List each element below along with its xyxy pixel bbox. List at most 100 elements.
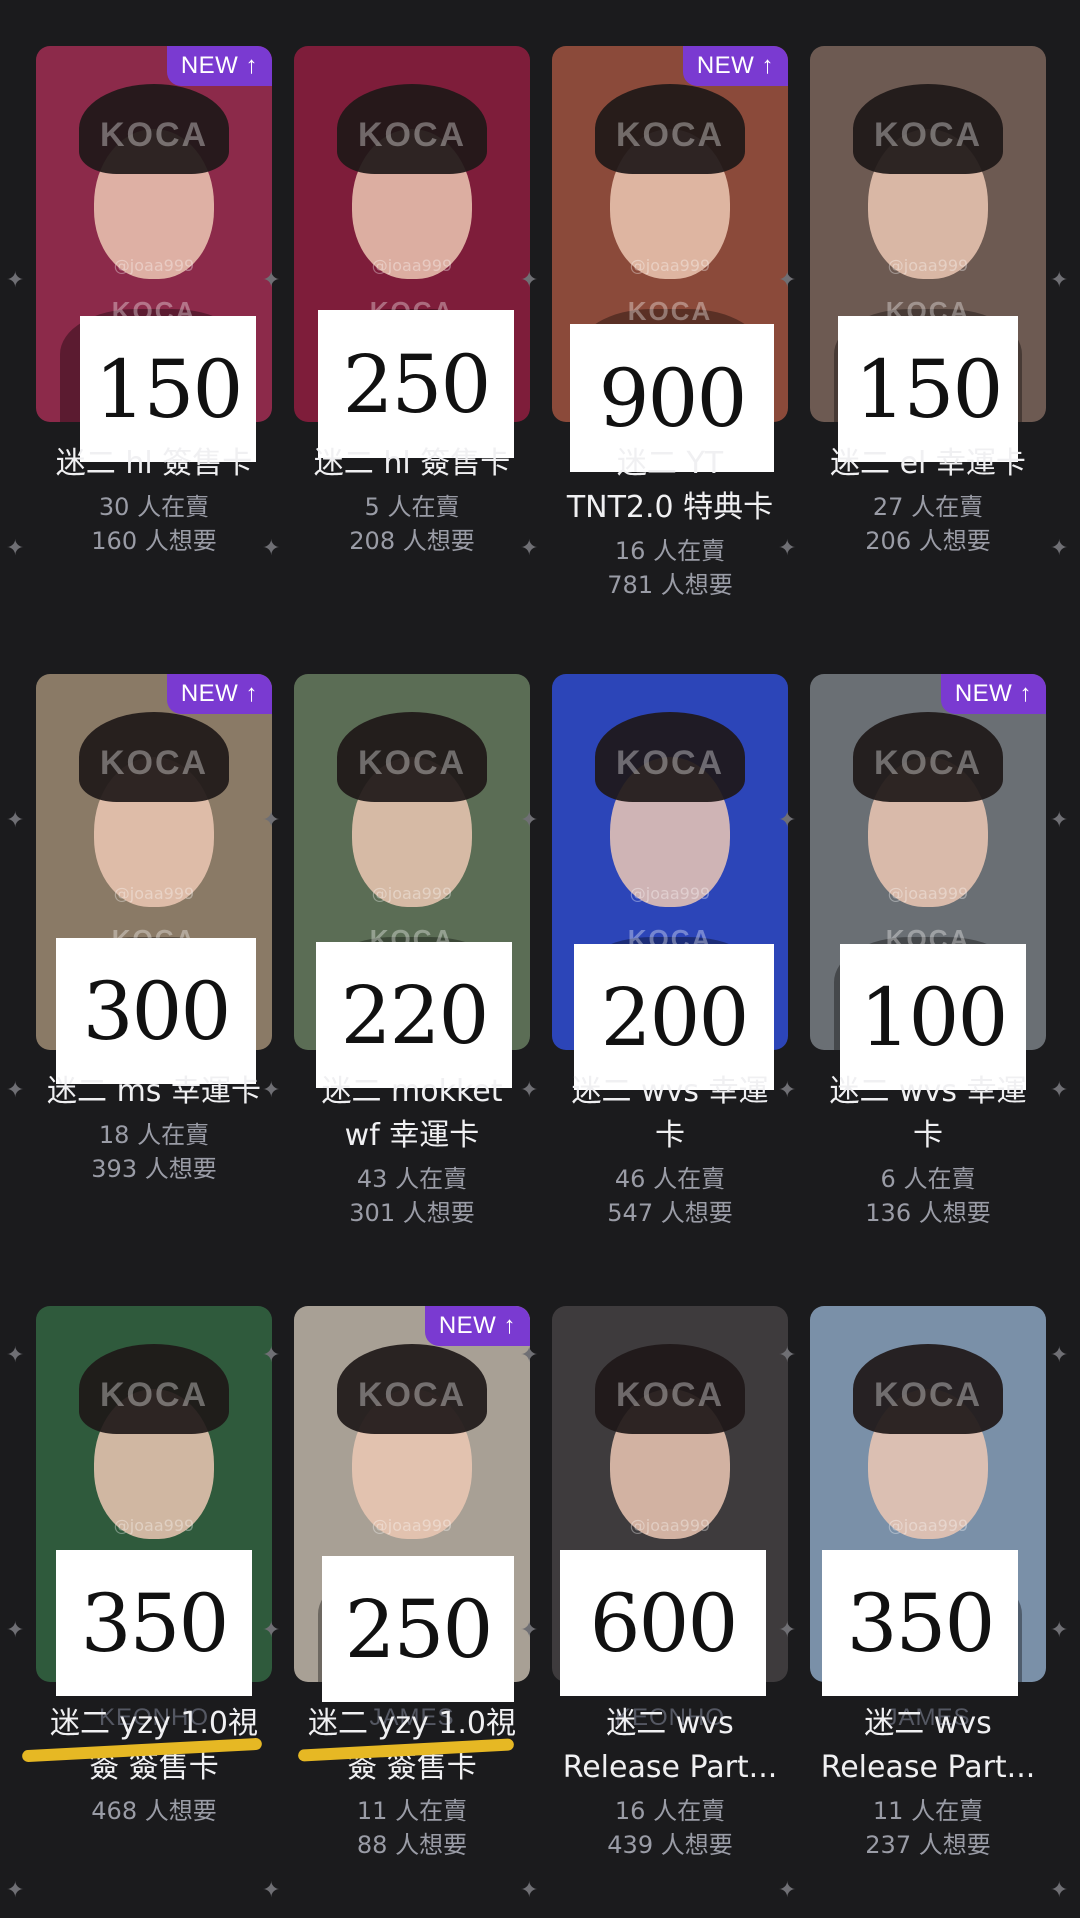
wanted-count: 547 人想要 xyxy=(607,1199,733,1227)
user-handle-watermark: @joaa999 xyxy=(371,1516,453,1535)
sparkle-icon: ✦ xyxy=(520,1878,539,1903)
new-badge: NEW ↑ xyxy=(940,674,1046,714)
price-label: 150 xyxy=(80,316,256,462)
sellers-count: 27 人在賣 xyxy=(872,493,984,521)
user-handle-watermark: @joaa999 xyxy=(371,884,453,903)
user-handle-watermark: @joaa999 xyxy=(113,884,195,903)
user-handle-watermark: @joaa999 xyxy=(887,256,969,275)
card-title-line2[interactable]: Release Part... xyxy=(535,1746,805,1790)
user-handle-watermark: @joaa999 xyxy=(371,256,453,275)
sparkle-icon: ✦ xyxy=(520,268,539,293)
card-title-line2[interactable]: 卡 xyxy=(535,1114,805,1158)
sparkle-icon: ✦ xyxy=(6,268,25,293)
sparkle-icon: ✦ xyxy=(778,268,797,293)
sparkle-icon: ✦ xyxy=(6,1878,25,1903)
sparkle-icon: ✦ xyxy=(778,1078,797,1103)
sellers-count: 18 人在賣 xyxy=(98,1121,210,1149)
sellers-count: 46 人在賣 xyxy=(614,1165,726,1193)
wanted-count: 136 人想要 xyxy=(865,1199,991,1227)
koca-watermark: KOCA xyxy=(873,116,983,154)
sellers-count: 11 人在賣 xyxy=(872,1797,984,1825)
koca-watermark: KOCA xyxy=(873,744,983,782)
sparkle-icon: ✦ xyxy=(1050,1618,1069,1643)
wanted-count: 393 人想要 xyxy=(91,1155,217,1183)
sellers-count: 11 人在賣 xyxy=(356,1797,468,1825)
user-handle-watermark: @joaa999 xyxy=(629,884,711,903)
sellers-count: 16 人在賣 xyxy=(614,1797,726,1825)
price-value: 250 xyxy=(344,1582,494,1676)
koca-watermark: KOCA xyxy=(627,296,713,326)
koca-watermark: KOCA xyxy=(873,1376,983,1414)
sparkle-icon: ✦ xyxy=(262,808,281,833)
sparkle-icon: ✦ xyxy=(1050,268,1069,293)
sparkle-icon: ✦ xyxy=(778,536,797,561)
wanted-count: 468 人想要 xyxy=(91,1797,217,1825)
card-title-line2[interactable]: TNT2.0 特典卡 xyxy=(535,486,805,530)
price-value: 350 xyxy=(846,1576,996,1670)
price-value: 150 xyxy=(94,342,244,436)
sparkle-icon: ✦ xyxy=(1050,1878,1069,1903)
koca-watermark: KOCA xyxy=(615,1376,725,1414)
sparkle-icon: ✦ xyxy=(6,1618,25,1643)
card-title-line2[interactable]: 卡 xyxy=(793,1114,1063,1158)
card-title[interactable]: 迷二 ms 幸運卡 xyxy=(19,1070,289,1114)
sparkle-icon: ✦ xyxy=(262,1078,281,1103)
koca-watermark: KOCA xyxy=(615,744,725,782)
card-title[interactable]: 迷二 hl 簽售卡 xyxy=(277,442,547,486)
price-value: 250 xyxy=(342,337,492,431)
sellers-count: 30 人在賣 xyxy=(98,493,210,521)
koca-watermark: KOCA xyxy=(99,116,209,154)
sparkle-icon: ✦ xyxy=(262,268,281,293)
card-title-line2[interactable]: wf 幸運卡 xyxy=(277,1114,547,1158)
user-handle-watermark: @joaa999 xyxy=(629,1516,711,1535)
wanted-count: 206 人想要 xyxy=(865,527,991,555)
sparkle-icon: ✦ xyxy=(520,808,539,833)
price-value: 100 xyxy=(859,970,1009,1064)
card-title[interactable]: 迷二 el 幸運卡 xyxy=(793,442,1063,486)
wanted-count: 781 人想要 xyxy=(607,571,733,599)
sparkle-icon: ✦ xyxy=(6,536,25,561)
user-handle-watermark: @joaa999 xyxy=(113,256,195,275)
sparkle-icon: ✦ xyxy=(1050,1078,1069,1103)
sellers-count: 43 人在賣 xyxy=(356,1165,468,1193)
price-value: 350 xyxy=(80,1576,230,1670)
koca-watermark: KOCA xyxy=(357,1376,467,1414)
sparkle-icon: ✦ xyxy=(520,1618,539,1643)
card-title[interactable]: 迷二 wvs xyxy=(793,1702,1063,1746)
user-handle-watermark: @joaa999 xyxy=(887,884,969,903)
card-title[interactable]: 迷二 hl 簽售卡 xyxy=(19,442,289,486)
price-label: 150 xyxy=(838,316,1018,462)
card-title[interactable]: 迷二 YT xyxy=(535,442,805,486)
wanted-count: 208 人想要 xyxy=(349,527,475,555)
sparkle-icon: ✦ xyxy=(262,1343,281,1368)
card-title[interactable]: 迷二 wvs xyxy=(535,1702,805,1746)
koca-watermark: KOCA xyxy=(615,116,725,154)
koca-watermark: KOCA xyxy=(357,116,467,154)
sparkle-icon: ✦ xyxy=(262,536,281,561)
sparkle-icon: ✦ xyxy=(1050,536,1069,561)
price-label: 250 xyxy=(318,310,514,458)
price-label: 350 xyxy=(822,1550,1018,1696)
user-handle-watermark: @joaa999 xyxy=(629,256,711,275)
card-title-line2[interactable]: Release Part... xyxy=(793,1746,1063,1790)
card-title[interactable]: 迷二 wvs 幸運 xyxy=(535,1070,805,1114)
sparkle-icon: ✦ xyxy=(1050,1343,1069,1368)
price-value: 150 xyxy=(854,342,1004,436)
sellers-count: 5 人在賣 xyxy=(364,493,460,521)
photocard-grid: KOCA KOCA @joaa999 NEW ↑ 150 迷二 hl 簽售卡 30 人在賣 1… xyxy=(0,0,1080,1918)
card-title[interactable]: 迷二 mokket xyxy=(277,1070,547,1114)
new-badge: NEW ↑ xyxy=(166,674,272,714)
price-label: 200 xyxy=(574,944,774,1090)
wanted-count: 160 人想要 xyxy=(91,527,217,555)
sparkle-icon: ✦ xyxy=(520,536,539,561)
card-title[interactable]: 迷二 wvs 幸運 xyxy=(793,1070,1063,1114)
sparkle-icon: ✦ xyxy=(520,1343,539,1368)
price-value: 200 xyxy=(600,970,750,1064)
sellers-count: 6 人在賣 xyxy=(880,1165,976,1193)
sparkle-icon: ✦ xyxy=(262,1878,281,1903)
sellers-count: 16 人在賣 xyxy=(614,537,726,565)
user-handle-watermark: @joaa999 xyxy=(887,1516,969,1535)
new-badge: NEW ↑ xyxy=(682,46,788,86)
price-label: 350 xyxy=(56,1550,252,1696)
price-value: 900 xyxy=(598,351,748,445)
